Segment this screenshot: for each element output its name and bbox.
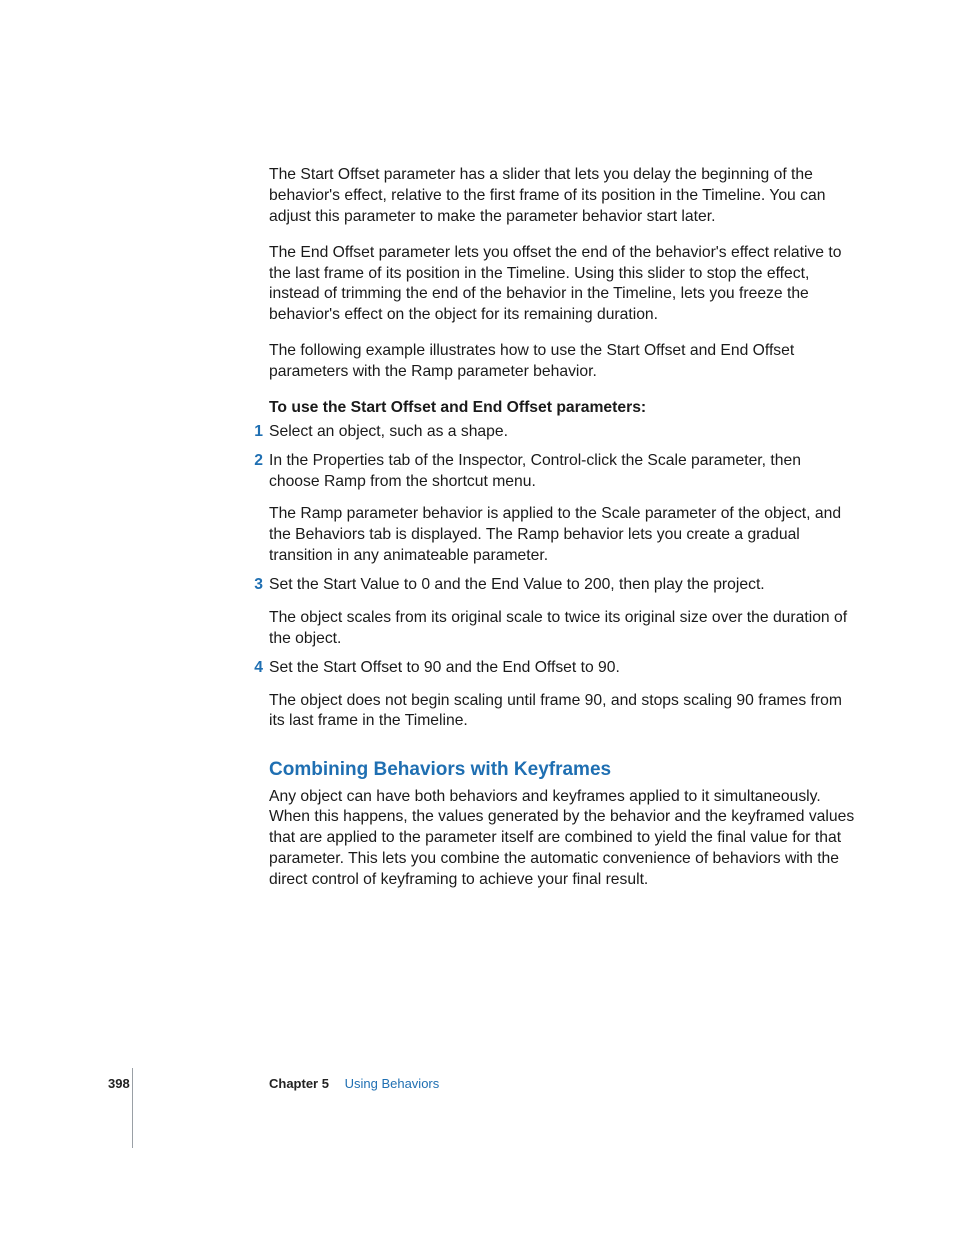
numbered-steps-list: 1 Select an object, such as a shape. 2 I… xyxy=(269,422,855,733)
paragraph: The following example illustrates how to… xyxy=(269,341,855,383)
paragraph: The End Offset parameter lets you offset… xyxy=(269,243,855,327)
step-number: 1 xyxy=(243,422,263,443)
step-item: 1 Select an object, such as a shape. xyxy=(269,422,855,443)
step-paragraph: Select an object, such as a shape. xyxy=(269,422,855,443)
step-number: 3 xyxy=(243,575,263,596)
document-page: The Start Offset parameter has a slider … xyxy=(0,0,954,1235)
step-item: 3 Set the Start Value to 0 and the End V… xyxy=(269,575,855,650)
procedure-title: To use the Start Offset and End Offset p… xyxy=(269,398,855,419)
body-text-column: The Start Offset parameter has a slider … xyxy=(269,165,855,891)
step-body: Set the Start Value to 0 and the End Val… xyxy=(269,575,855,650)
step-paragraph: The object does not begin scaling until … xyxy=(269,691,855,733)
footer-divider xyxy=(132,1068,133,1148)
page-footer: 398 Chapter 5 Using Behaviors xyxy=(0,1076,954,1176)
section-heading: Combining Behaviors with Keyframes xyxy=(269,757,855,782)
step-body: Set the Start Offset to 90 and the End O… xyxy=(269,658,855,733)
paragraph: The Start Offset parameter has a slider … xyxy=(269,165,855,228)
chapter-title: Using Behaviors xyxy=(345,1076,440,1091)
step-body: In the Properties tab of the Inspector, … xyxy=(269,451,855,567)
step-item: 2 In the Properties tab of the Inspector… xyxy=(269,451,855,567)
page-number: 398 xyxy=(108,1076,130,1091)
step-paragraph: Set the Start Offset to 90 and the End O… xyxy=(269,658,855,679)
step-paragraph: The Ramp parameter behavior is applied t… xyxy=(269,504,855,567)
step-paragraph: The object scales from its original scal… xyxy=(269,608,855,650)
step-item: 4 Set the Start Offset to 90 and the End… xyxy=(269,658,855,733)
step-body: Select an object, such as a shape. xyxy=(269,422,855,443)
chapter-reference: Chapter 5 Using Behaviors xyxy=(269,1076,439,1091)
step-number: 2 xyxy=(243,451,263,472)
step-number: 4 xyxy=(243,658,263,679)
step-paragraph: Set the Start Value to 0 and the End Val… xyxy=(269,575,855,596)
chapter-label: Chapter 5 xyxy=(269,1076,329,1091)
paragraph: Any object can have both behaviors and k… xyxy=(269,787,855,891)
step-paragraph: In the Properties tab of the Inspector, … xyxy=(269,451,855,493)
